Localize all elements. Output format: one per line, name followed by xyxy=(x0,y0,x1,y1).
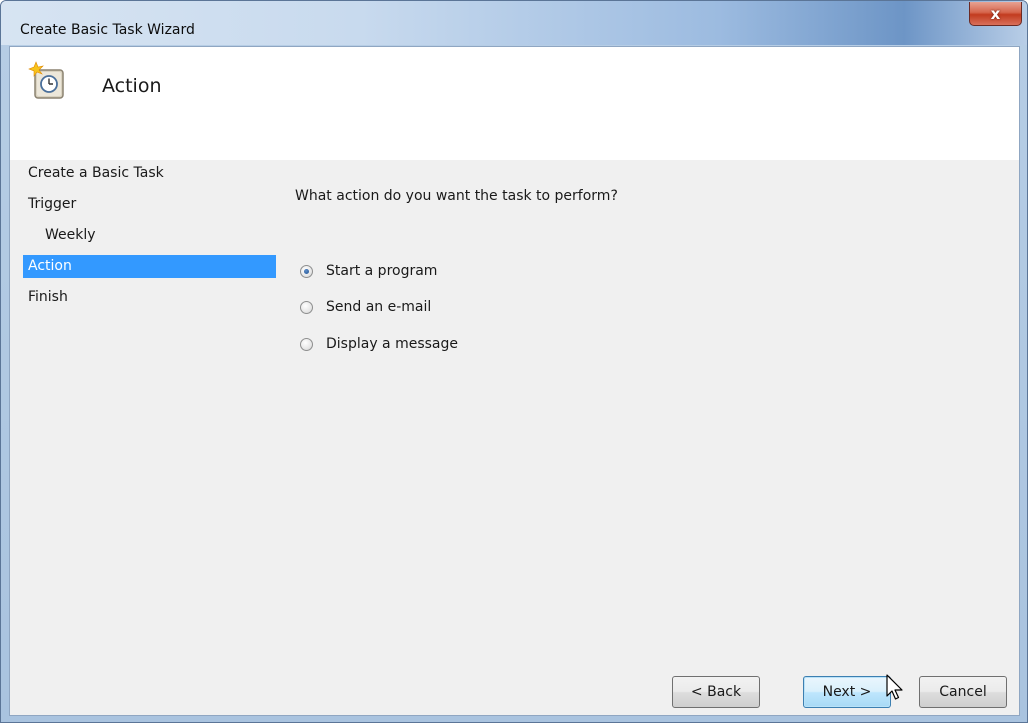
window-title: Create Basic Task Wizard xyxy=(20,22,195,38)
close-icon: x xyxy=(990,4,1001,23)
close-button[interactable]: x xyxy=(969,2,1022,26)
option-display-message-label[interactable]: Display a message xyxy=(326,336,458,352)
option-send-email[interactable]: Send an e-mail xyxy=(300,297,431,317)
option-send-email-label[interactable]: Send an e-mail xyxy=(326,299,431,315)
back-button[interactable]: < Back xyxy=(672,676,760,708)
wizard-window: Create Basic Task Wizard x Action Create… xyxy=(0,0,1028,723)
option-display-message[interactable]: Display a message xyxy=(300,334,458,354)
nav-item-action[interactable]: Action xyxy=(23,255,276,278)
next-button[interactable]: Next > xyxy=(803,676,891,708)
title-bar[interactable]: Create Basic Task Wizard x xyxy=(1,1,1027,45)
cancel-button[interactable]: Cancel xyxy=(919,676,1007,708)
nav-item-trigger[interactable]: Trigger xyxy=(23,193,276,216)
nav-item-weekly[interactable]: Weekly xyxy=(23,224,276,247)
radio-send-email[interactable] xyxy=(300,300,313,314)
option-start-program[interactable]: Start a program xyxy=(300,261,437,281)
nav-item-finish[interactable]: Finish xyxy=(23,286,276,309)
wizard-client-area: Action Create a Basic Task Trigger Weekl… xyxy=(9,46,1020,716)
page-title: Action xyxy=(102,75,162,97)
task-scheduler-clock-icon xyxy=(28,61,64,99)
action-question: What action do you want the task to perf… xyxy=(295,188,618,204)
radio-display-message[interactable] xyxy=(300,337,313,351)
option-start-program-label[interactable]: Start a program xyxy=(326,263,437,279)
wizard-header: Action xyxy=(10,47,1019,160)
radio-start-program[interactable] xyxy=(300,264,313,278)
nav-item-create-basic-task[interactable]: Create a Basic Task xyxy=(23,162,276,185)
